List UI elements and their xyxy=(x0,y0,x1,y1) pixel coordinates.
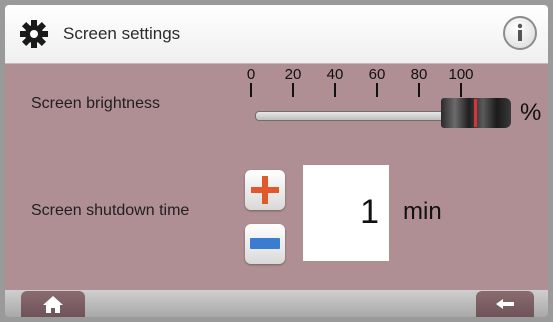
back-button[interactable] xyxy=(476,291,534,317)
info-button[interactable] xyxy=(503,16,537,50)
shutdown-unit: min xyxy=(403,198,442,225)
brightness-slider-marker xyxy=(474,99,477,127)
tick-60: 60 xyxy=(362,67,392,97)
page-title: Screen settings xyxy=(63,24,181,43)
home-button[interactable] xyxy=(21,291,85,317)
increase-button[interactable] xyxy=(245,170,285,210)
gear-icon xyxy=(20,20,48,48)
decrease-button[interactable] xyxy=(245,224,285,264)
tick-20: 20 xyxy=(278,67,308,97)
home-icon xyxy=(43,296,63,313)
back-arrow-icon xyxy=(496,299,514,309)
screen-settings-panel: Screen settings Screen brightness 0 20 4… xyxy=(5,5,548,317)
tick-80: 80 xyxy=(404,67,434,97)
info-icon xyxy=(517,23,523,41)
tick-40: 40 xyxy=(320,67,350,97)
shutdown-value: 1 xyxy=(360,193,379,231)
brightness-label: Screen brightness xyxy=(31,95,160,112)
title-bar: Screen settings xyxy=(5,5,548,64)
tick-0: 0 xyxy=(236,67,266,97)
shutdown-value-field[interactable]: 1 xyxy=(303,165,389,261)
tick-100: 100 xyxy=(446,67,476,97)
brightness-unit: % xyxy=(520,99,542,126)
bottom-bar xyxy=(5,290,548,317)
shutdown-label: Screen shutdown time xyxy=(31,202,190,219)
